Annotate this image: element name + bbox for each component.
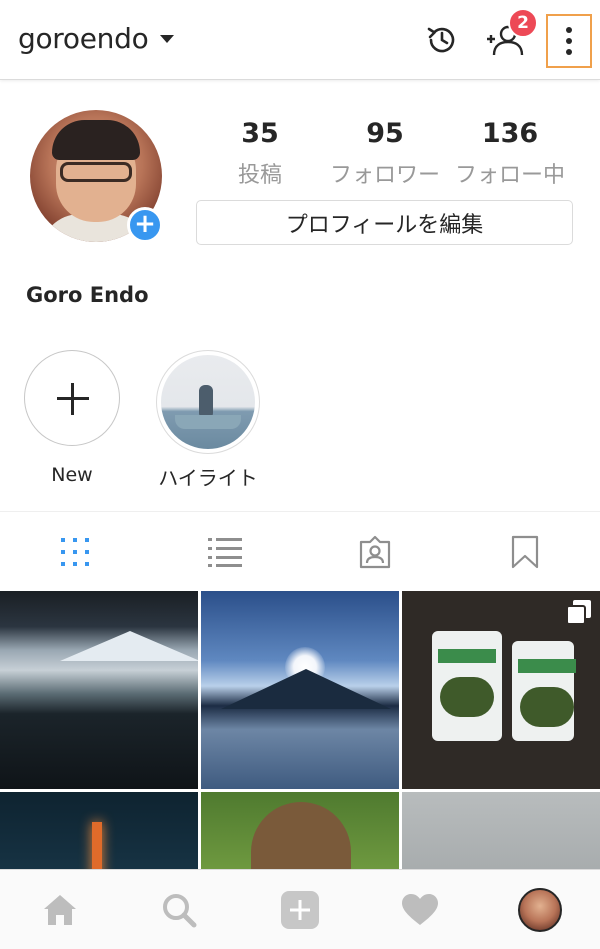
highlight-circle[interactable] [156, 350, 260, 454]
followers-count: 95 [366, 118, 404, 149]
list-icon [208, 538, 242, 567]
new-highlight-circle[interactable] [24, 350, 120, 446]
following-label: フォロー中 [454, 163, 565, 188]
tab-list[interactable] [150, 512, 300, 592]
activity-heart-icon [402, 894, 438, 925]
grid-post[interactable] [402, 792, 600, 869]
highlight-label-new: New [51, 464, 93, 486]
chevron-down-icon [160, 34, 175, 43]
following-count: 136 [481, 118, 539, 149]
tagged-user-icon [359, 535, 391, 569]
nav-home[interactable] [30, 882, 90, 938]
highlight-item[interactable]: ハイライト [155, 350, 261, 491]
edit-profile-button[interactable]: プロフィールを編集 [196, 200, 573, 245]
posts-label: 投稿 [237, 163, 282, 188]
history-icon [427, 27, 455, 53]
avatar-glasses [60, 162, 132, 182]
top-bar: goroendo 2 [0, 0, 600, 80]
grid-post[interactable] [402, 591, 600, 789]
avatar-hair [52, 120, 140, 160]
home-icon [44, 895, 76, 925]
following-stat[interactable]: 136 フォロー中 [450, 118, 570, 189]
grid-post[interactable] [0, 591, 198, 789]
search-icon [163, 894, 197, 928]
grid-post[interactable] [201, 792, 399, 869]
highlight-label: ハイライト [158, 466, 258, 490]
more-options-button[interactable] [546, 14, 592, 68]
tab-saved[interactable] [450, 512, 600, 592]
photo-grid [0, 591, 600, 869]
followers-label: フォロワー [329, 163, 440, 188]
nav-activity[interactable] [390, 882, 450, 938]
full-name: Goro Endo [26, 283, 149, 307]
profile-avatar [518, 888, 562, 932]
highlight-new[interactable]: New [18, 350, 126, 486]
username-title: goroendo [18, 22, 149, 55]
grid-post[interactable] [0, 792, 198, 869]
grid-icon [61, 538, 89, 566]
history-button[interactable] [420, 18, 464, 62]
profile-tabs [0, 511, 600, 591]
more-options-icon [566, 27, 572, 55]
followers-stat[interactable]: 95 フォロワー [325, 118, 445, 189]
bottom-navigation [0, 869, 600, 949]
add-post-icon [281, 891, 319, 929]
posts-count: 35 [241, 118, 279, 149]
nav-search[interactable] [149, 882, 209, 938]
tab-tagged[interactable] [300, 512, 450, 592]
notification-badge: 2 [508, 8, 538, 38]
multiple-photos-icon [566, 600, 591, 625]
highlight-thumbnail [161, 355, 255, 449]
tab-grid[interactable] [0, 512, 150, 592]
nav-profile[interactable] [510, 882, 570, 938]
add-story-icon[interactable]: + [127, 207, 163, 243]
posts-stat: 35 投稿 [200, 118, 320, 189]
bookmark-icon [511, 535, 539, 569]
nav-add-post[interactable] [270, 882, 330, 938]
grid-post[interactable] [201, 591, 399, 789]
account-switcher[interactable]: goroendo [18, 22, 175, 55]
